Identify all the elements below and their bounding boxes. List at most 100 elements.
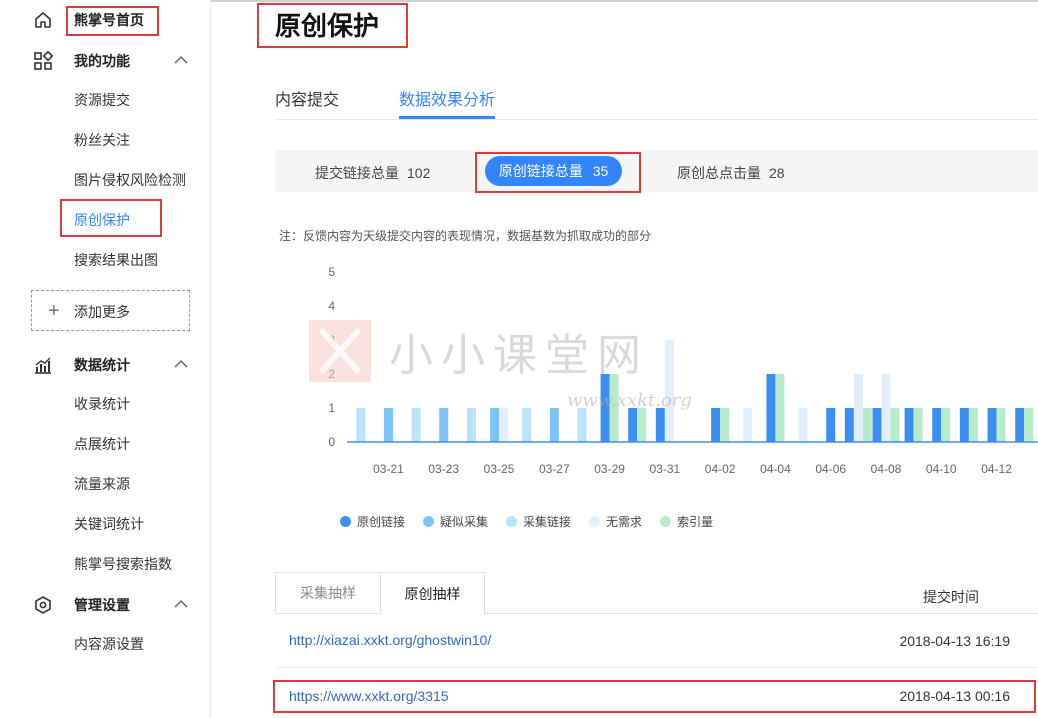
bar-04-07 bbox=[844, 408, 854, 442]
legend-label: 索引量 bbox=[677, 515, 714, 529]
bar-04-08 bbox=[872, 408, 882, 442]
legend-label: 无需求 bbox=[606, 515, 643, 529]
page-title: 原创保护 bbox=[275, 11, 380, 41]
legend-item[interactable]: 疑似采集 bbox=[423, 513, 488, 530]
sidebar-home[interactable]: 熊掌号首页 bbox=[0, 6, 211, 34]
bar-04-13 bbox=[1024, 408, 1034, 442]
table-row: https://www.xxkt.org/3315 2018-04-13 00:… bbox=[275, 668, 1038, 718]
sidebar-item-click-stats[interactable]: 点展统计 bbox=[74, 434, 130, 454]
x-tick-label: 03-27 bbox=[539, 462, 570, 476]
sidebar-section-stats[interactable]: 数据统计 bbox=[0, 351, 211, 379]
bar-04-04 bbox=[775, 374, 785, 442]
legend-label: 采集链接 bbox=[523, 515, 572, 529]
bar-03-30 bbox=[628, 408, 638, 442]
chart-note: 注：反馈内容为天级提交内容的表现情况，数据基数为抓取成功的部分 bbox=[279, 229, 652, 243]
x-tick-label: 03-25 bbox=[484, 462, 515, 476]
sidebar-item-content-source[interactable]: 内容源设置 bbox=[74, 634, 144, 654]
legend-label: 疑似采集 bbox=[440, 515, 489, 529]
add-more-button[interactable]: + 添加更多 bbox=[31, 290, 190, 331]
x-tick-label: 03-23 bbox=[428, 462, 459, 476]
x-tick-label: 04-10 bbox=[926, 462, 957, 476]
bar-03-20 bbox=[356, 408, 366, 442]
tab-data-analysis[interactable]: 数据效果分析 bbox=[399, 86, 495, 110]
bar-04-09 bbox=[904, 408, 914, 442]
row-url-link[interactable]: https://www.xxkt.org/3315 bbox=[289, 688, 449, 704]
chevron-up-icon[interactable] bbox=[174, 55, 188, 65]
add-more-label: 添加更多 bbox=[74, 304, 130, 320]
legend-item[interactable]: 索引量 bbox=[660, 513, 713, 530]
sidebar-item-search-images[interactable]: 搜索结果出图 bbox=[74, 250, 158, 270]
bar-04-10 bbox=[941, 408, 951, 442]
sidebar-section-label: 我的功能 bbox=[74, 53, 130, 69]
active-tab-indicator bbox=[399, 116, 495, 119]
bar-04-02 bbox=[711, 408, 721, 442]
stat-label: 提交链接总量 bbox=[315, 165, 399, 181]
settings-hex-icon bbox=[35, 596, 51, 614]
grid-icon bbox=[34, 51, 53, 70]
row-url-link[interactable]: http://xiazai.xxkt.org/ghostwin10/ bbox=[289, 632, 491, 648]
sidebar-item-search-index[interactable]: 熊掌号搜索指数 bbox=[74, 554, 172, 574]
stat-original-links[interactable]: 原创链接总量 35 bbox=[485, 156, 622, 186]
x-tick-label: 03-31 bbox=[650, 462, 681, 476]
stat-submitted-links[interactable]: 提交链接总量 102 bbox=[315, 163, 430, 183]
bar-03-23 bbox=[439, 408, 449, 442]
stat-label: 原创链接总量 bbox=[498, 163, 583, 179]
sidebar-item-image-risk[interactable]: 图片侵权风险检测 bbox=[74, 170, 186, 190]
bar-04-13 bbox=[1015, 408, 1025, 442]
bar-03-21 bbox=[383, 408, 393, 442]
x-tick-label: 04-08 bbox=[871, 462, 902, 476]
sample-tabs: 采集抽样 原创抽样 提交时间 bbox=[275, 572, 1038, 615]
bar-03-27 bbox=[549, 408, 559, 442]
stat-label: 原创总点击量 bbox=[677, 165, 761, 181]
bar-04-06 bbox=[826, 408, 836, 442]
bar-04-02 bbox=[720, 408, 730, 442]
bar-04-09 bbox=[913, 408, 923, 442]
chart-legend: 原创链接 疑似采集 采集链接 无需求 索引量 bbox=[340, 513, 731, 530]
sidebar-section-label: 数据统计 bbox=[74, 357, 130, 373]
bar-04-11 bbox=[968, 408, 978, 442]
tab-original-sample[interactable]: 原创抽样 bbox=[380, 572, 485, 615]
legend-item[interactable]: 原创链接 bbox=[340, 513, 405, 530]
row-time: 2018-04-13 00:16 bbox=[899, 688, 1010, 704]
chevron-up-icon[interactable] bbox=[174, 359, 188, 369]
legend-item[interactable]: 采集链接 bbox=[506, 513, 571, 530]
bar-03-29 bbox=[609, 374, 619, 442]
sidebar-item-original-protection[interactable]: 原创保护 bbox=[74, 210, 130, 230]
chevron-up-icon[interactable] bbox=[174, 599, 188, 609]
sidebar-section-features[interactable]: 我的功能 bbox=[0, 47, 211, 75]
bar-04-12 bbox=[996, 408, 1006, 442]
stat-original-clicks[interactable]: 原创总点击量 28 bbox=[677, 163, 785, 183]
bar-03-25 bbox=[499, 408, 509, 442]
bar-03-31 bbox=[664, 340, 674, 442]
legend-dot-icon bbox=[589, 516, 601, 527]
bar-03-22 bbox=[411, 408, 421, 442]
x-tick-label: 03-29 bbox=[594, 462, 625, 476]
bar-04-05 bbox=[798, 408, 808, 442]
sidebar-item-traffic-source[interactable]: 流量来源 bbox=[74, 474, 130, 494]
y-tick-label: 4 bbox=[328, 299, 335, 313]
stats-chart-icon bbox=[35, 357, 51, 374]
sidebar-item-index-stats[interactable]: 收录统计 bbox=[74, 394, 130, 414]
sidebar-item-resource-submit[interactable]: 资源提交 bbox=[74, 90, 130, 110]
bar-04-08 bbox=[881, 374, 891, 442]
bar-04-07 bbox=[853, 374, 863, 442]
bar-03-30 bbox=[637, 408, 647, 442]
sidebar-section-settings[interactable]: 管理设置 bbox=[0, 591, 211, 619]
legend-item[interactable]: 无需求 bbox=[589, 513, 642, 530]
plus-icon: + bbox=[48, 300, 60, 322]
tab-content-submit[interactable]: 内容提交 bbox=[275, 86, 339, 110]
legend-dot-icon bbox=[423, 516, 435, 527]
sidebar-item-fans[interactable]: 粉丝关注 bbox=[74, 130, 130, 150]
legend-dot-icon bbox=[660, 516, 672, 527]
y-tick-label: 2 bbox=[328, 367, 335, 381]
tab-collected-sample[interactable]: 采集抽样 bbox=[275, 572, 380, 614]
x-tick-label: 04-04 bbox=[760, 462, 791, 476]
stat-value: 28 bbox=[769, 165, 785, 181]
bar-03-28 bbox=[577, 408, 587, 442]
y-tick-label: 3 bbox=[328, 333, 335, 347]
y-tick-label: 0 bbox=[328, 435, 335, 449]
bar-03-29 bbox=[600, 374, 610, 442]
legend-dot-icon bbox=[506, 516, 518, 527]
bar-04-08 bbox=[890, 408, 900, 442]
sidebar-item-keyword-stats[interactable]: 关键词统计 bbox=[74, 514, 144, 534]
